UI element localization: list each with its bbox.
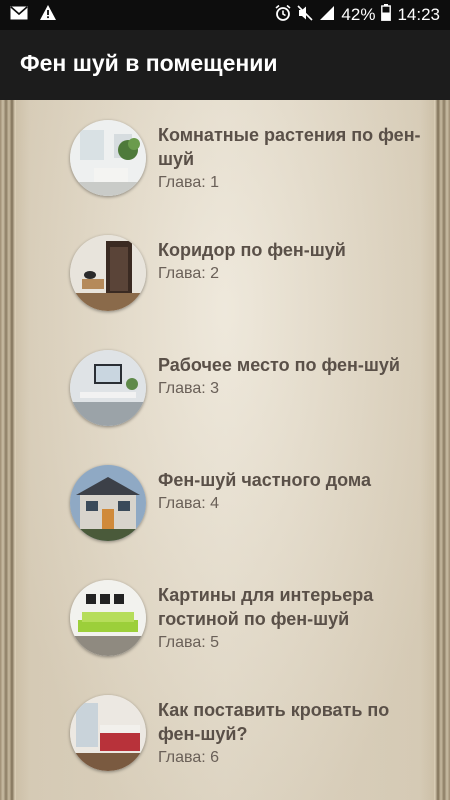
clock: 14:23 — [397, 5, 440, 24]
chapter-thumbnail — [70, 235, 146, 311]
chapter-thumbnail — [70, 350, 146, 426]
chapter-number: Глава: 4 — [158, 495, 220, 512]
chapter-list-area: Комнатные растения по фен-шуй Глава: 1 К… — [0, 100, 450, 800]
warning-icon — [40, 5, 56, 25]
chapter-title: Рабочее место по фен-шуй — [158, 355, 400, 375]
chapter-number: Глава: 3 — [158, 380, 220, 397]
chapter-title: Как поставить кровать по фен-шуй? — [158, 700, 390, 744]
chapter-number: Глава: 1 — [158, 174, 220, 191]
status-bar: 42% 14:23 — [0, 0, 450, 30]
list-item[interactable]: Коридор по фен-шуй Глава: 2 — [0, 225, 450, 340]
mute-icon — [297, 4, 313, 26]
chapter-number: Глава: 6 — [158, 749, 220, 766]
list-item[interactable]: Рабочее место по фен-шуй Глава: 3 — [0, 340, 450, 455]
list-item[interactable]: Картины для интерьера гостиной по фен-шу… — [0, 570, 450, 685]
app-bar: Фен шуй в помещении — [0, 30, 450, 100]
list-item[interactable]: Фен-шуй частного дома Глава: 4 — [0, 455, 450, 570]
page-title: Фен шуй в помещении — [20, 50, 278, 76]
chapter-thumbnail — [70, 465, 146, 541]
chapter-number: Глава: 5 — [158, 634, 220, 651]
chapter-number: Глава: 2 — [158, 265, 220, 282]
chapter-title: Картины для интерьера гостиной по фен-шу… — [158, 585, 374, 629]
alarm-icon — [275, 4, 291, 26]
chapter-title: Коридор по фен-шуй — [158, 240, 346, 260]
list-item[interactable]: Комнатные растения по фен-шуй Глава: 1 — [0, 110, 450, 225]
battery-icon — [381, 4, 392, 26]
battery-percent: 42% — [341, 5, 376, 24]
chapter-thumbnail — [70, 695, 146, 771]
mail-icon — [10, 5, 28, 25]
chapter-thumbnail — [70, 580, 146, 656]
signal-icon — [319, 5, 335, 26]
list-item[interactable]: Как поставить кровать по фен-шуй? Глава:… — [0, 685, 450, 800]
chapter-title: Фен-шуй частного дома — [158, 470, 372, 490]
chapter-thumbnail — [70, 120, 146, 196]
chapter-title: Комнатные растения по фен-шуй — [158, 125, 421, 169]
